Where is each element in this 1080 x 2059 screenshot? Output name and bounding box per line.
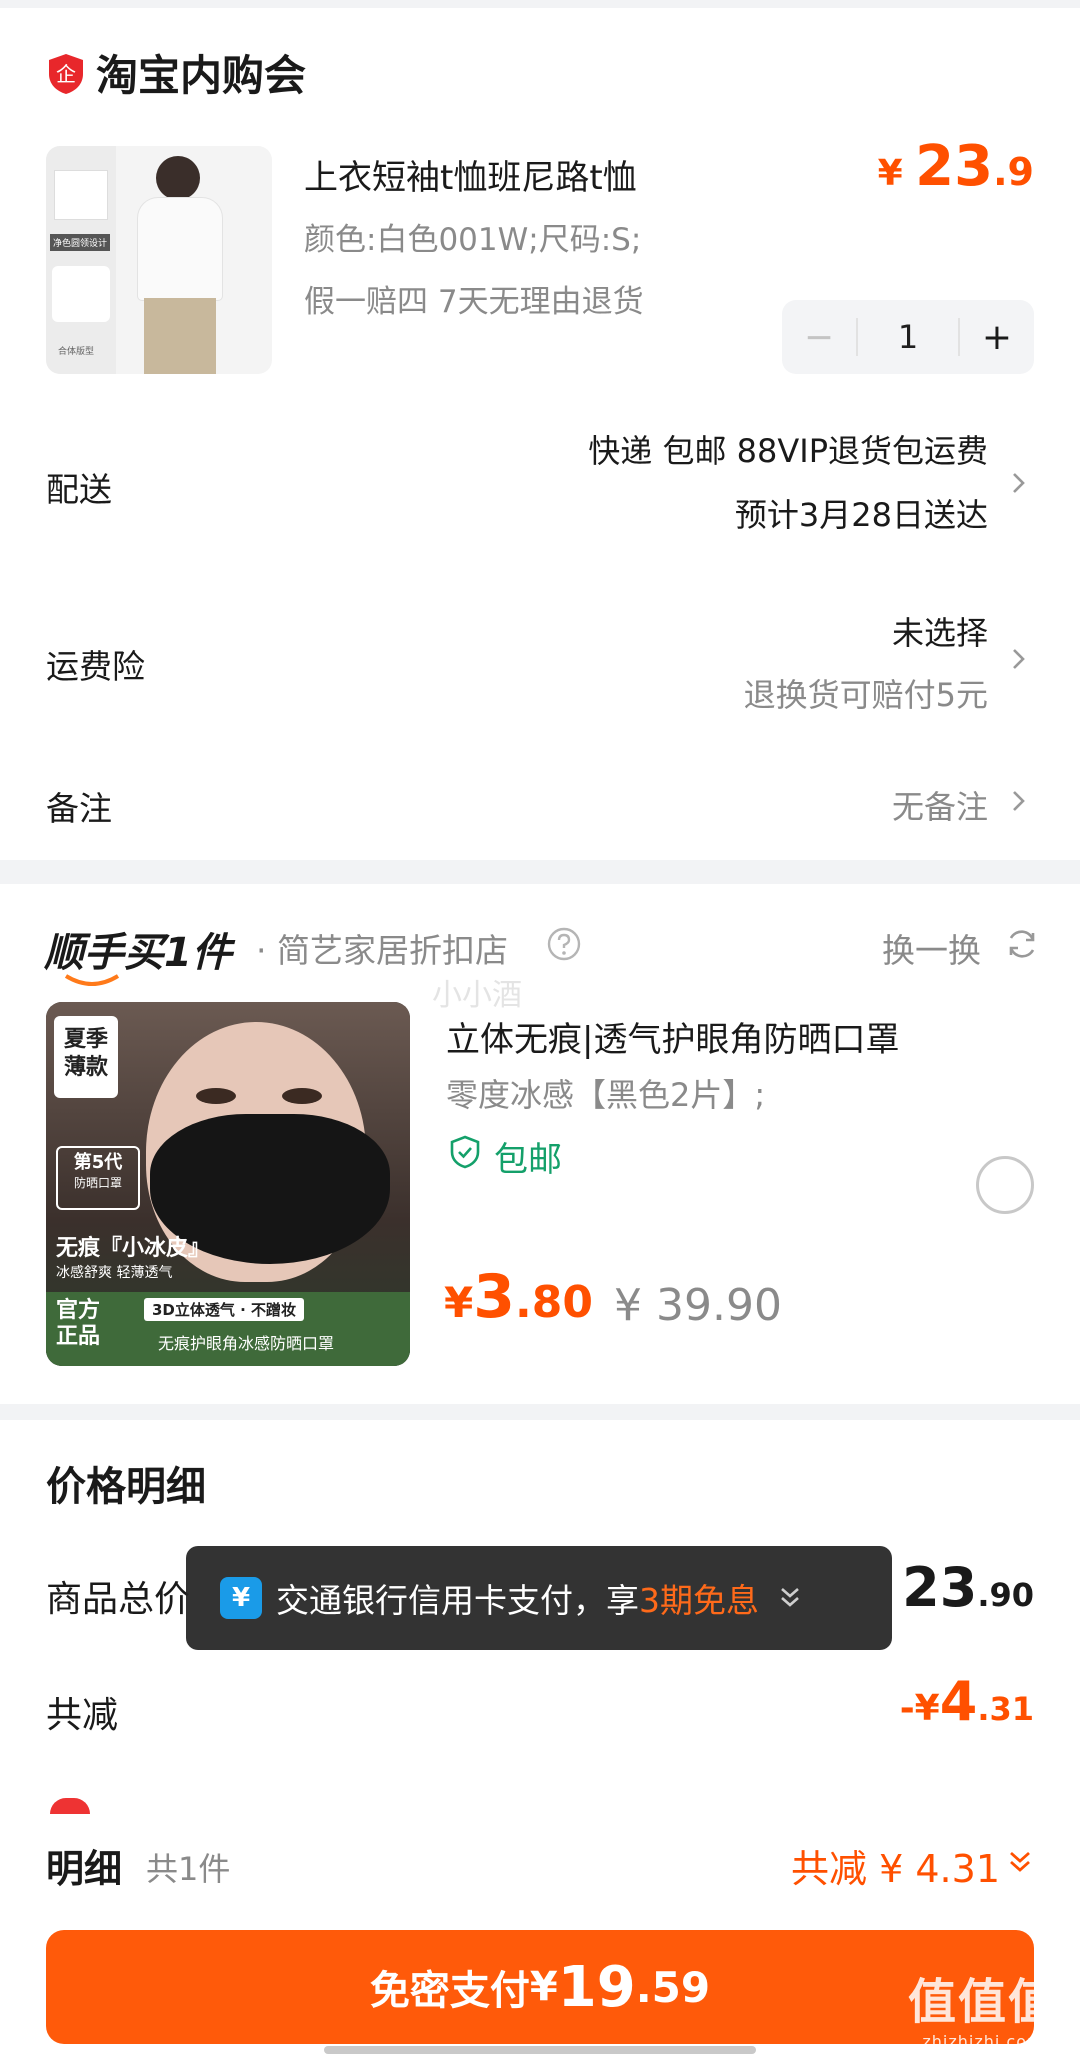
store-name[interactable]: 淘宝内购会 xyxy=(96,42,306,103)
product-price: ¥ 23.9 xyxy=(877,134,1034,199)
shipping-insurance-desc: 退换货可赔付5元 xyxy=(743,676,988,714)
image-tag1: 3D立体透气 · 不蹭妆 xyxy=(144,1298,305,1321)
image-official-badge: 官方 正品 xyxy=(56,1298,101,1349)
pay-button[interactable]: 免密支付 ¥19.59 xyxy=(46,1930,1034,2044)
enterprise-shield-icon: 企 xyxy=(49,54,83,94)
addon-price: ¥3.80 xyxy=(444,1262,593,1332)
addon-select-radio[interactable] xyxy=(976,1156,1034,1214)
credit-card-promo-toast[interactable]: ¥ 交通银行信用卡支付，享 3期免息 xyxy=(186,1546,892,1650)
home-indicator[interactable] xyxy=(324,2046,756,2054)
addon-card: 顺手买1件 · 简艺家居折扣店 换一换 小小酒 夏季 薄款 第5代 防晒口罩 无… xyxy=(0,884,1080,1404)
addon-logo: 顺手买1件 xyxy=(44,930,232,976)
image-line1: 无痕『小冰皮』 xyxy=(56,1236,211,1261)
addon-sku[interactable]: 零度冰感【黑色2片】; xyxy=(446,1070,765,1116)
image-badge-gen-sub: 防晒口罩 xyxy=(73,1176,122,1190)
delivery-label: 配送 xyxy=(46,470,112,509)
swap-button[interactable]: 换一换 xyxy=(882,924,981,972)
image-badge-gen: 第5代 xyxy=(73,1152,123,1173)
product-image-label: 净色圆领设计 xyxy=(50,234,111,251)
site-watermark: 值值值 zhizhizhi.com xyxy=(907,1974,1058,2051)
summary-discount[interactable]: 共减 ¥ 4.31 xyxy=(791,1838,1000,1893)
product-image-label-2: 合体版型 xyxy=(58,347,95,357)
toast-text: 交通银行信用卡支付，享 xyxy=(276,1581,639,1620)
delivery-eta: 预计3月28日送达 xyxy=(734,496,988,534)
summary-label[interactable]: 明细 xyxy=(46,1838,122,1893)
checkout-bar: 明细 共1件 共减 ¥ 4.31 免密支付 ¥19.59 值值值 zhizhizh… xyxy=(0,1814,1080,2059)
summary-count: 共1件 xyxy=(146,1850,231,1888)
toast-highlight: 3期免息 xyxy=(639,1581,759,1620)
double-chevron-down-icon[interactable] xyxy=(775,1583,805,1613)
shipping-insurance-label: 运费险 xyxy=(46,647,145,686)
insurance-chevron-right-icon[interactable] xyxy=(1008,644,1030,674)
discount-value[interactable]: -¥4.31 xyxy=(900,1670,1034,1733)
product-title[interactable]: 上衣短袖t恤班尼路t恤 xyxy=(304,150,637,199)
partial-badge xyxy=(50,1798,90,1814)
price-detail-title: 价格明细 xyxy=(46,1464,206,1510)
order-card: 企 淘宝内购会 净色圆领设计 合体版型 上衣短袖t恤班尼路t恤 颜色:白色001… xyxy=(0,8,1080,860)
shipping-insurance-status[interactable]: 未选择 xyxy=(892,608,988,654)
svg-text:企: 企 xyxy=(56,62,76,86)
bank-yuan-icon: ¥ xyxy=(220,1577,262,1619)
addon-product-image[interactable]: 夏季 薄款 第5代 防晒口罩 无痕『小冰皮』 冰感舒爽 轻薄透气 官方 正品 3… xyxy=(46,1002,410,1366)
user-watermark: 小小酒 xyxy=(432,978,522,1013)
image-tag2: 无痕护眼角冰感防晒口罩 xyxy=(158,1334,335,1353)
note-value[interactable]: 无备注 xyxy=(892,782,988,828)
image-line2: 冰感舒爽 轻薄透气 xyxy=(56,1265,173,1281)
note-label: 备注 xyxy=(46,789,112,828)
product-sku[interactable]: 颜色:白色001W;尺码:S; xyxy=(304,214,641,259)
addon-logo-smile-icon xyxy=(64,974,120,986)
quantity-stepper: − 1 + xyxy=(782,300,1034,374)
double-chevron-down-icon[interactable] xyxy=(1004,1846,1036,1878)
increase-quantity-button[interactable]: + xyxy=(960,300,1034,374)
addon-shop-name[interactable]: · 简艺家居折扣店 xyxy=(256,924,508,972)
image-badge-summer: 夏季 薄款 xyxy=(54,1016,118,1098)
goods-total-value: 23.90 xyxy=(902,1556,1034,1619)
product-image[interactable]: 净色圆领设计 合体版型 xyxy=(46,146,272,374)
free-shipping-label: 包邮 xyxy=(494,1140,562,1180)
decrease-quantity-button[interactable]: − xyxy=(782,300,856,374)
quantity-value[interactable]: 1 xyxy=(856,318,960,356)
addon-original-price: ¥ 39.90 xyxy=(614,1280,782,1331)
discount-label: 共减 xyxy=(46,1695,119,1736)
delivery-chevron-right-icon[interactable] xyxy=(1008,468,1030,498)
note-chevron-right-icon[interactable] xyxy=(1008,786,1030,816)
product-service-tags: 假一赔四 7天无理由退货 xyxy=(304,284,644,320)
refresh-icon[interactable] xyxy=(1004,926,1040,962)
help-icon[interactable] xyxy=(546,926,582,962)
goods-total-label: 商品总价 xyxy=(46,1579,191,1620)
addon-title[interactable]: 立体无痕|透气护眼角防晒口罩 xyxy=(446,1012,899,1061)
delivery-method[interactable]: 快递 包邮 88VIP退货包运费 xyxy=(588,426,988,472)
free-shipping-shield-icon xyxy=(450,1135,480,1169)
